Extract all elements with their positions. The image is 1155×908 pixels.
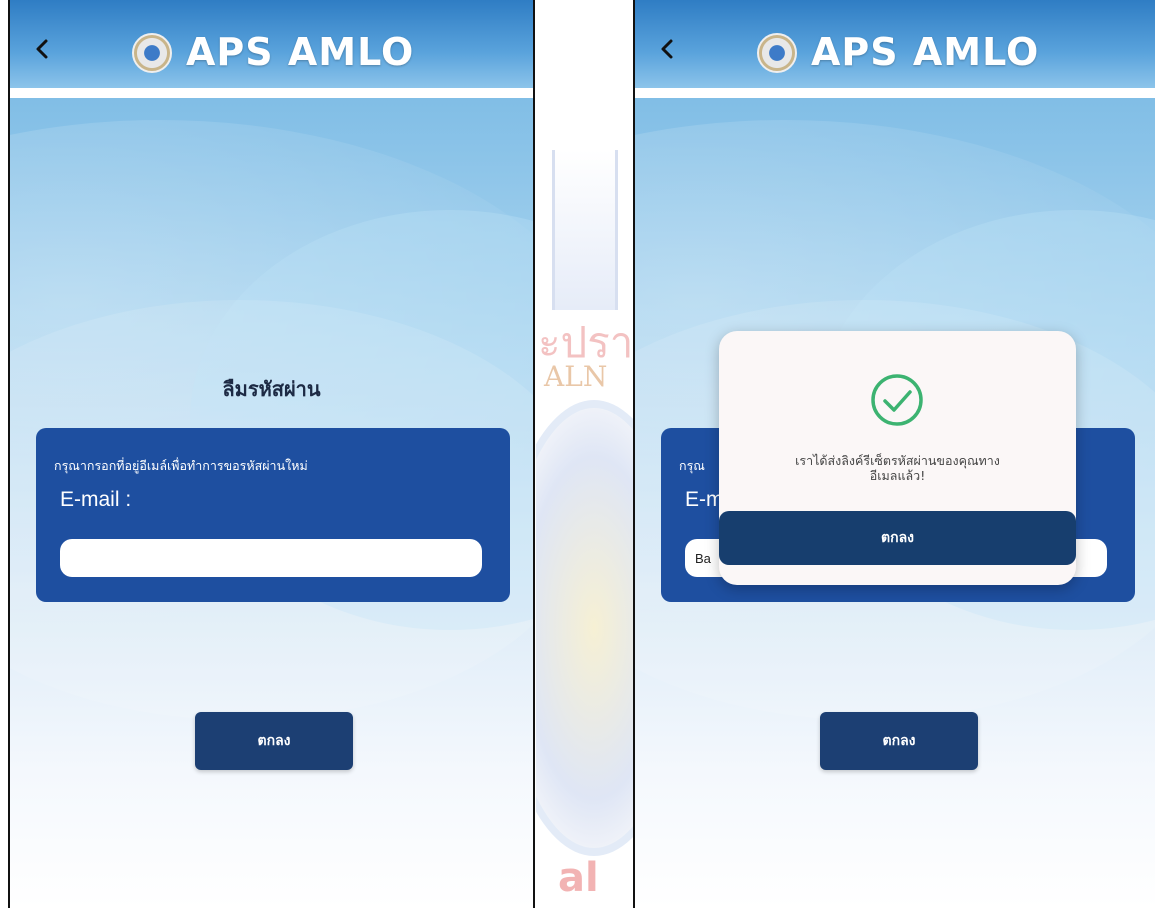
dialog-message-line: เราได้ส่งลิงค์รีเซ็ตรหัสผ่านของคุณทาง xyxy=(795,453,1000,468)
email-input[interactable] xyxy=(60,539,482,577)
dialog-ok-button[interactable]: ตกลง xyxy=(719,511,1076,565)
email-form-card: กรุณากรอกที่อยู่อีเมล์เพื่อทำการขอรหัสผ่… xyxy=(36,428,510,602)
form-instruction: กรุณากรอกที่อยู่อีเมล์เพื่อทำการขอรหัสผ่… xyxy=(54,458,308,473)
app-title: APS AMLO xyxy=(186,30,415,74)
back-chevron-icon[interactable] xyxy=(32,38,54,60)
email-label: E-mail : xyxy=(60,488,132,511)
header-divider xyxy=(10,88,533,98)
background-watermark: ะปรา ALN al xyxy=(536,110,636,908)
amlo-logo-icon xyxy=(132,33,172,73)
submit-button[interactable]: ตกลง xyxy=(195,712,353,770)
phone-screen-reset-sent: APS AMLO กรุณ E-m ตกลง เราได้ส่งลิงค์รีเ… xyxy=(633,0,1155,908)
watermark-globe-graphic xyxy=(536,400,636,856)
dialog-message-line: อีเมลแล้ว! xyxy=(869,468,926,483)
page-title: ลืมรหัสผ่าน xyxy=(222,377,321,401)
dialog-message: เราได้ส่งลิงค์รีเซ็ตรหัสผ่านของคุณทาง อี… xyxy=(739,453,1056,483)
app-header: APS AMLO xyxy=(10,0,533,88)
watermark-text-bottom: al xyxy=(558,855,599,901)
check-circle-icon xyxy=(871,374,923,426)
phone-screen-forgot-password: APS AMLO ลืมรหัสผ่าน กรุณากรอกที่อยู่อีเ… xyxy=(8,0,535,908)
success-dialog: เราได้ส่งลิงค์รีเซ็ตรหัสผ่านของคุณทาง อี… xyxy=(719,331,1076,585)
watermark-tower-graphic xyxy=(552,150,618,310)
watermark-text-latin: ALN xyxy=(544,360,608,393)
